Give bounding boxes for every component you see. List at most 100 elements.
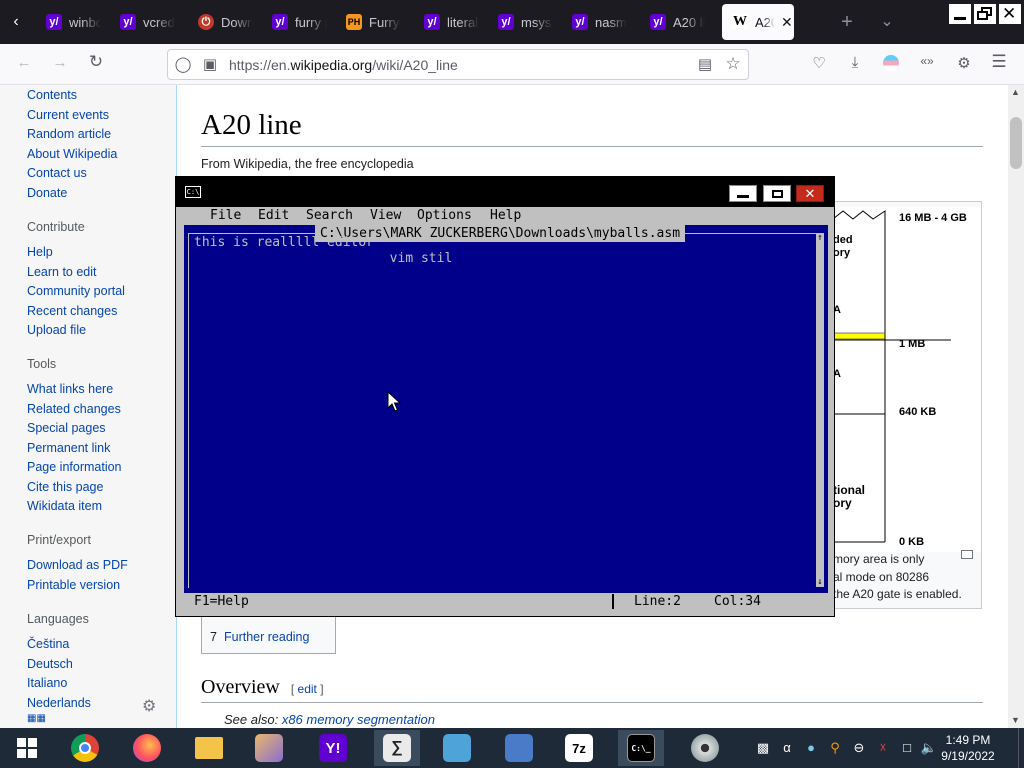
list-all-tabs-icon[interactable]: ⌄ (876, 2, 898, 42)
memory-map-diagram[interactable]: 16 MB - 4 GB ded ory A 1 MB A 640 KB tio… (832, 201, 982, 609)
taskbar-7zip[interactable]: 7z (556, 730, 602, 766)
browser-tab[interactable]: y/msys (488, 4, 558, 40)
editor-line-1[interactable]: this is realllll editor (194, 235, 374, 250)
sidebar-contribute-link[interactable]: Upload file (27, 323, 86, 337)
browser-tab[interactable]: y/literal (414, 4, 484, 40)
address-bar[interactable]: ◯ ▣ https://en.wikipedia.org/wiki/A20_li… (167, 49, 749, 80)
tray-icon-6[interactable]: ☓ (874, 740, 892, 756)
window-restore-button[interactable] (974, 4, 996, 24)
browser-tab[interactable]: y/A20 li (640, 4, 710, 40)
extensions-puzzle-icon[interactable]: ⚙ (953, 54, 975, 72)
browser-tab[interactable]: y/winbo (36, 4, 106, 40)
taskbar-firefox[interactable] (124, 730, 170, 766)
browser-tab[interactable]: ⏻ Down (188, 4, 258, 40)
taskbar-command-prompt[interactable]: C:\_ (618, 730, 664, 766)
extension-icon[interactable]: «» (916, 54, 938, 68)
pocket-icon[interactable]: ♡ (808, 54, 830, 72)
more-languages-icon[interactable]: ▦▦ (27, 713, 53, 725)
taskbar-chrome[interactable] (62, 730, 108, 766)
scroll-down-arrow-icon[interactable]: ▼ (1011, 715, 1020, 725)
sidebar-nav-link[interactable]: Donate (27, 186, 67, 200)
pride-extension-icon[interactable] (880, 55, 902, 71)
page-scrollbar[interactable]: ▲ ▼ (1008, 85, 1024, 728)
sidebar-print-link[interactable]: Printable version (27, 578, 120, 592)
sidebar-nav-link[interactable]: Current events (27, 108, 109, 122)
sidebar-tools-link[interactable]: Permanent link (27, 441, 110, 455)
show-desktop-button[interactable] (1018, 728, 1024, 768)
window-close-button[interactable]: ✕ (999, 4, 1021, 24)
tab-close-icon[interactable]: ✕ (781, 14, 793, 31)
back-arrow-icon[interactable]: ← (13, 54, 35, 71)
edit-link-text[interactable]: edit (298, 682, 317, 696)
sidebar-tools-link[interactable]: Page information (27, 460, 122, 474)
page-scrollbar-thumb[interactable] (1010, 117, 1022, 169)
shield-icon[interactable]: ◯ (172, 55, 194, 73)
new-tab-button[interactable]: + (836, 2, 858, 42)
volume-icon[interactable]: 🔈 (920, 740, 938, 756)
bookmark-star-icon[interactable]: ☆ (722, 54, 744, 74)
sidebar-tools-link[interactable]: Special pages (27, 421, 106, 435)
console-maximize-button[interactable] (763, 185, 791, 202)
sidebar-nav-link[interactable]: Contact us (27, 166, 87, 180)
taskbar-network-app[interactable] (496, 730, 542, 766)
browser-tab[interactable]: W A20 ✕ (722, 4, 794, 40)
reader-view-icon[interactable]: ▤ (694, 55, 716, 73)
menu-search[interactable]: Search (306, 208, 353, 223)
editor-scrollbar[interactable]: ↑ ↓ (816, 233, 824, 587)
menu-help[interactable]: Help (490, 208, 521, 223)
console-close-button[interactable]: ✕ (796, 185, 824, 202)
sidebar-print-link[interactable]: Download as PDF (27, 558, 128, 572)
scroll-up-arrow-icon[interactable]: ▲ (1011, 87, 1020, 97)
edit-section-link[interactable]: [ edit ] (291, 682, 324, 696)
sidebar-language-link[interactable]: Nederlands (27, 696, 91, 710)
sidebar-tools-link[interactable]: Wikidata item (27, 499, 102, 513)
tray-icon-2[interactable]: α (778, 740, 796, 755)
language-settings-gear-icon[interactable]: ⚙ (142, 696, 156, 716)
enlarge-icon[interactable] (961, 550, 973, 559)
downloads-icon[interactable]: ⤓ (844, 54, 866, 71)
system-clock[interactable]: 1:49 PM 9/19/2022 (938, 732, 998, 764)
taskbar-resource-monitor[interactable] (434, 730, 480, 766)
sidebar-nav-link[interactable]: About Wikipedia (27, 147, 117, 161)
taskbar-media-player[interactable] (682, 730, 728, 766)
sidebar-nav-link[interactable]: Random article (27, 127, 111, 141)
sidebar-tools-link[interactable]: Cite this page (27, 480, 103, 494)
see-also-link[interactable]: x86 memory segmentation (282, 712, 435, 727)
sidebar-tools-link[interactable]: What links here (27, 382, 113, 396)
editor-text-area[interactable]: C:\Users\MARK ZUCKERBERG\Downloads\mybal… (184, 225, 828, 593)
menu-file[interactable]: File (210, 208, 241, 223)
url-text[interactable]: https://en.wikipedia.org/wiki/A20_line (229, 57, 458, 73)
sidebar-language-link[interactable]: Deutsch (27, 657, 73, 671)
editor-scroll-down-icon[interactable]: ↓ (816, 577, 824, 587)
lock-icon[interactable]: ▣ (199, 55, 221, 73)
start-button[interactable] (4, 730, 50, 766)
sidebar-language-link[interactable]: Italiano (27, 676, 67, 690)
tray-icon-4[interactable]: ⚲ (826, 740, 844, 756)
network-tray-icon[interactable]: □ (898, 740, 916, 755)
sidebar-contribute-link[interactable]: Recent changes (27, 304, 117, 318)
taskbar-file-explorer[interactable] (186, 730, 232, 766)
toc-link-further-reading[interactable]: Further reading (224, 630, 309, 644)
console-title-bar[interactable]: C:\ ✕ (176, 177, 834, 207)
console-minimize-button[interactable] (729, 185, 757, 202)
taskbar-app-4[interactable] (246, 730, 292, 766)
taskbar-yahoo[interactable]: Y! (310, 730, 356, 766)
console-window[interactable]: C:\ ✕ File Edit Search View Options Help… (175, 176, 835, 617)
menu-edit[interactable]: Edit (258, 208, 289, 223)
browser-tab[interactable]: PH Furry (336, 4, 406, 40)
sidebar-nav-link[interactable]: Contents (27, 88, 77, 102)
menu-options[interactable]: Options (417, 208, 472, 223)
reload-icon[interactable]: ↻ (85, 52, 107, 72)
taskbar-app-6[interactable]: ∑ (374, 730, 420, 766)
browser-tab[interactable]: y/furry p (262, 4, 332, 40)
sidebar-contribute-link[interactable]: Help (27, 245, 53, 259)
menu-view[interactable]: View (370, 208, 401, 223)
browser-tab[interactable]: y/vcredi (110, 4, 180, 40)
tray-icon-1[interactable]: ▩ (754, 740, 772, 756)
editor-line-2[interactable]: vim stil (194, 251, 453, 266)
forward-arrow-icon[interactable]: → (49, 54, 71, 71)
sidebar-language-link[interactable]: Čeština (27, 637, 69, 651)
sidebar-tools-link[interactable]: Related changes (27, 402, 121, 416)
browser-tab[interactable]: y/nasm (562, 4, 632, 40)
window-minimize-button[interactable] (949, 4, 971, 24)
